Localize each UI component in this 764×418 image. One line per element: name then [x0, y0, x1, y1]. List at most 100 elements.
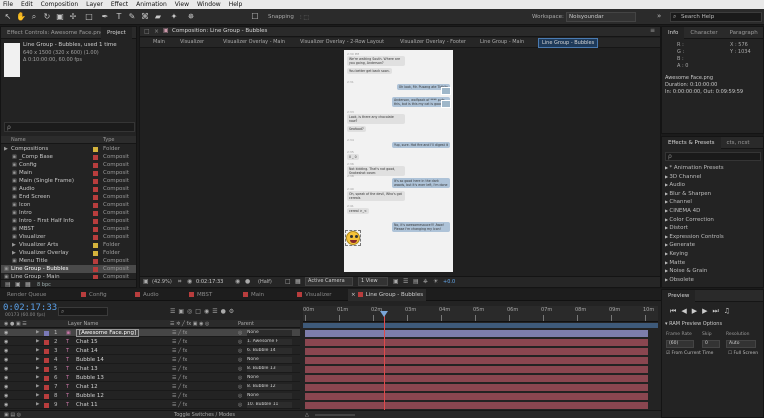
layer-duration-bar[interactable]: [305, 393, 648, 400]
layer-search-field[interactable]: ⌕: [58, 307, 108, 316]
layer-duration-bar[interactable]: [305, 330, 648, 337]
toggle-pixel-icon[interactable]: ▣: [393, 278, 399, 285]
layer-switches-icon[interactable]: ☰ ╱ fx: [172, 392, 187, 400]
layer-duration-bar[interactable]: [305, 384, 648, 391]
tab-character[interactable]: Character: [684, 27, 723, 39]
new-comp-icon[interactable]: ▦: [25, 281, 31, 287]
parent-pickwhip-icon[interactable]: ◎: [238, 356, 242, 364]
snapping-checkbox-icon[interactable]: ☐: [250, 11, 260, 22]
layer-name[interactable]: Bubble 14: [76, 356, 104, 364]
layer-switches-icon[interactable]: ☰ ╱ fx: [172, 338, 187, 346]
parent-pickwhip-icon[interactable]: ◎: [238, 329, 242, 337]
label-color-swatch[interactable]: [93, 171, 98, 176]
parent-pickwhip-icon[interactable]: ◎: [238, 347, 242, 355]
project-item[interactable]: ▣ Main Composit: [1, 169, 136, 177]
expand-arrow-icon[interactable]: ▶: [4, 145, 8, 153]
resolution-select[interactable]: (Half): [258, 279, 272, 285]
next-frame-icon[interactable]: ▶: [702, 307, 712, 315]
label-color-swatch[interactable]: [93, 179, 98, 184]
playhead-icon[interactable]: [380, 311, 388, 317]
from-current-time-checkbox[interactable]: ☑ From Current Time: [666, 351, 713, 356]
tab-main[interactable]: Main: [240, 289, 290, 301]
zoom-slider[interactable]: [315, 414, 355, 416]
pan-behind-tool-icon[interactable]: ✢: [68, 11, 78, 22]
twirl-arrow-icon[interactable]: ▶: [36, 392, 39, 400]
layer-label-color[interactable]: [44, 358, 49, 363]
layer-duration-bar[interactable]: [305, 339, 648, 346]
label-color-swatch[interactable]: [93, 259, 98, 264]
current-time-display[interactable]: 0:02:17:33: [3, 303, 57, 313]
label-color-swatch[interactable]: [93, 243, 98, 248]
comp-tab-visualizer[interactable]: Visualizer: [180, 39, 204, 45]
timeline-layer-row[interactable]: ◉ ▶ 5 T Chat 13 ☰ ╱ fx ◎ 8. Bubble 13: [0, 365, 300, 373]
puppet-pin-tool-icon[interactable]: ✵: [186, 11, 196, 22]
full-screen-checkbox[interactable]: ☐ Full Screen: [728, 351, 758, 356]
project-item[interactable]: ▣ Line Group - Bubbles Composit: [1, 265, 136, 273]
lock-icon[interactable]: □: [144, 28, 150, 35]
last-frame-icon[interactable]: ⏭: [712, 307, 723, 315]
effect-category[interactable]: ▶ Distort: [665, 224, 763, 232]
effect-category[interactable]: ▶ Channel: [665, 198, 763, 206]
menu-composition[interactable]: Composition: [37, 1, 82, 8]
project-item[interactable]: ▣ Visualizer Composit: [1, 233, 136, 241]
timeline-layer-row[interactable]: ◉ ▶ 9 T Chat 11 ☰ ╱ fx ◎ 10. Bubble 11: [0, 401, 300, 409]
label-color-swatch[interactable]: [93, 211, 98, 216]
project-item[interactable]: ▣ _Comp Base Composit: [1, 153, 136, 161]
menu-animation[interactable]: Animation: [132, 1, 171, 8]
column-name[interactable]: Name: [11, 136, 26, 144]
label-color-swatch[interactable]: [93, 163, 98, 168]
project-folder[interactable]: ▶ Compositions Folder: [1, 145, 136, 153]
expand-arrow-icon[interactable]: ▶: [12, 249, 16, 257]
tab-secondary[interactable]: cts, ncst: [721, 137, 756, 149]
search-help-field[interactable]: ⌕ Search Help: [670, 12, 762, 22]
menu-arrow-icon[interactable]: »: [657, 12, 666, 22]
comp-tab-overlay-2row[interactable]: Visualizer Overlay - 2-Row Layout: [300, 39, 384, 45]
ram-preview-options[interactable]: ▾ RAM Preview Options: [665, 321, 722, 327]
effect-category[interactable]: ▶ Blur & Sharpen: [665, 190, 763, 198]
panel-menu-icon[interactable]: ≡: [650, 27, 655, 34]
menu-layer[interactable]: Layer: [82, 1, 107, 8]
layer-label-color[interactable]: [44, 394, 49, 399]
layer-name[interactable]: Bubble 13: [76, 374, 104, 382]
timeline-icon[interactable]: ▤: [413, 278, 419, 285]
twirl-arrow-icon[interactable]: ▶: [36, 347, 39, 355]
parent-pickwhip-icon[interactable]: ◎: [238, 374, 242, 382]
label-color-swatch[interactable]: [93, 251, 98, 256]
label-color-swatch[interactable]: [93, 203, 98, 208]
zoom-out-icon[interactable]: △: [305, 412, 309, 418]
effect-category[interactable]: ▶ Color Correction: [665, 216, 763, 224]
effect-category[interactable]: ▶ Audio: [665, 181, 763, 189]
eraser-tool-icon[interactable]: ▰: [153, 11, 163, 22]
label-color-swatch[interactable]: [93, 227, 98, 232]
view-layout-select[interactable]: 1 View: [358, 277, 388, 286]
label-color-swatch[interactable]: [93, 147, 98, 152]
skip-select[interactable]: 0: [702, 340, 720, 348]
play-icon[interactable]: ▶: [692, 307, 702, 315]
visibility-eye-icon[interactable]: ◉: [4, 392, 8, 400]
close-icon[interactable]: ×: [154, 28, 159, 35]
pen-tool-icon[interactable]: ✒: [100, 11, 110, 22]
bit-depth-button[interactable]: 8 bpc: [37, 282, 51, 287]
rotate-tool-icon[interactable]: ↻: [42, 11, 52, 22]
label-color-swatch[interactable]: [93, 267, 98, 272]
resolution-select[interactable]: Auto: [726, 340, 756, 348]
comp-tab-line-group-bubbles[interactable]: Line Group - Bubbles: [538, 38, 599, 48]
tab-audio[interactable]: Audio: [132, 289, 182, 301]
layer-name[interactable]: [Awesome Face.png]: [76, 329, 140, 337]
layer-name[interactable]: Chat 12: [76, 383, 98, 391]
grid-icon[interactable]: ⌗: [178, 278, 181, 286]
menu-file[interactable]: File: [0, 1, 17, 8]
timeline-layer-row[interactable]: ◉ ▶ 2 T Chat 15 ☰ ╱ fx ◎ 1. Awesome F: [0, 338, 300, 346]
tab-config[interactable]: Config: [78, 289, 128, 301]
layer-label-color[interactable]: [44, 376, 49, 381]
frame-rate-select[interactable]: (60): [666, 340, 694, 348]
project-item[interactable]: ▣ Icon Composit: [1, 201, 136, 209]
comp-tab-line-group-main[interactable]: Line Group - Main: [480, 39, 524, 45]
tab-effects-presets[interactable]: Effects & Presets: [662, 137, 721, 149]
effect-category[interactable]: ▶ Generate: [665, 241, 763, 249]
mask-visibility-icon[interactable]: ◉: [187, 278, 192, 285]
parent-pickwhip-icon[interactable]: ◎: [238, 392, 242, 400]
effect-category[interactable]: ▶ CINEMA 4D: [665, 207, 763, 215]
parent-select[interactable]: 8. Bubble 13: [247, 366, 292, 372]
label-color-swatch[interactable]: [93, 235, 98, 240]
